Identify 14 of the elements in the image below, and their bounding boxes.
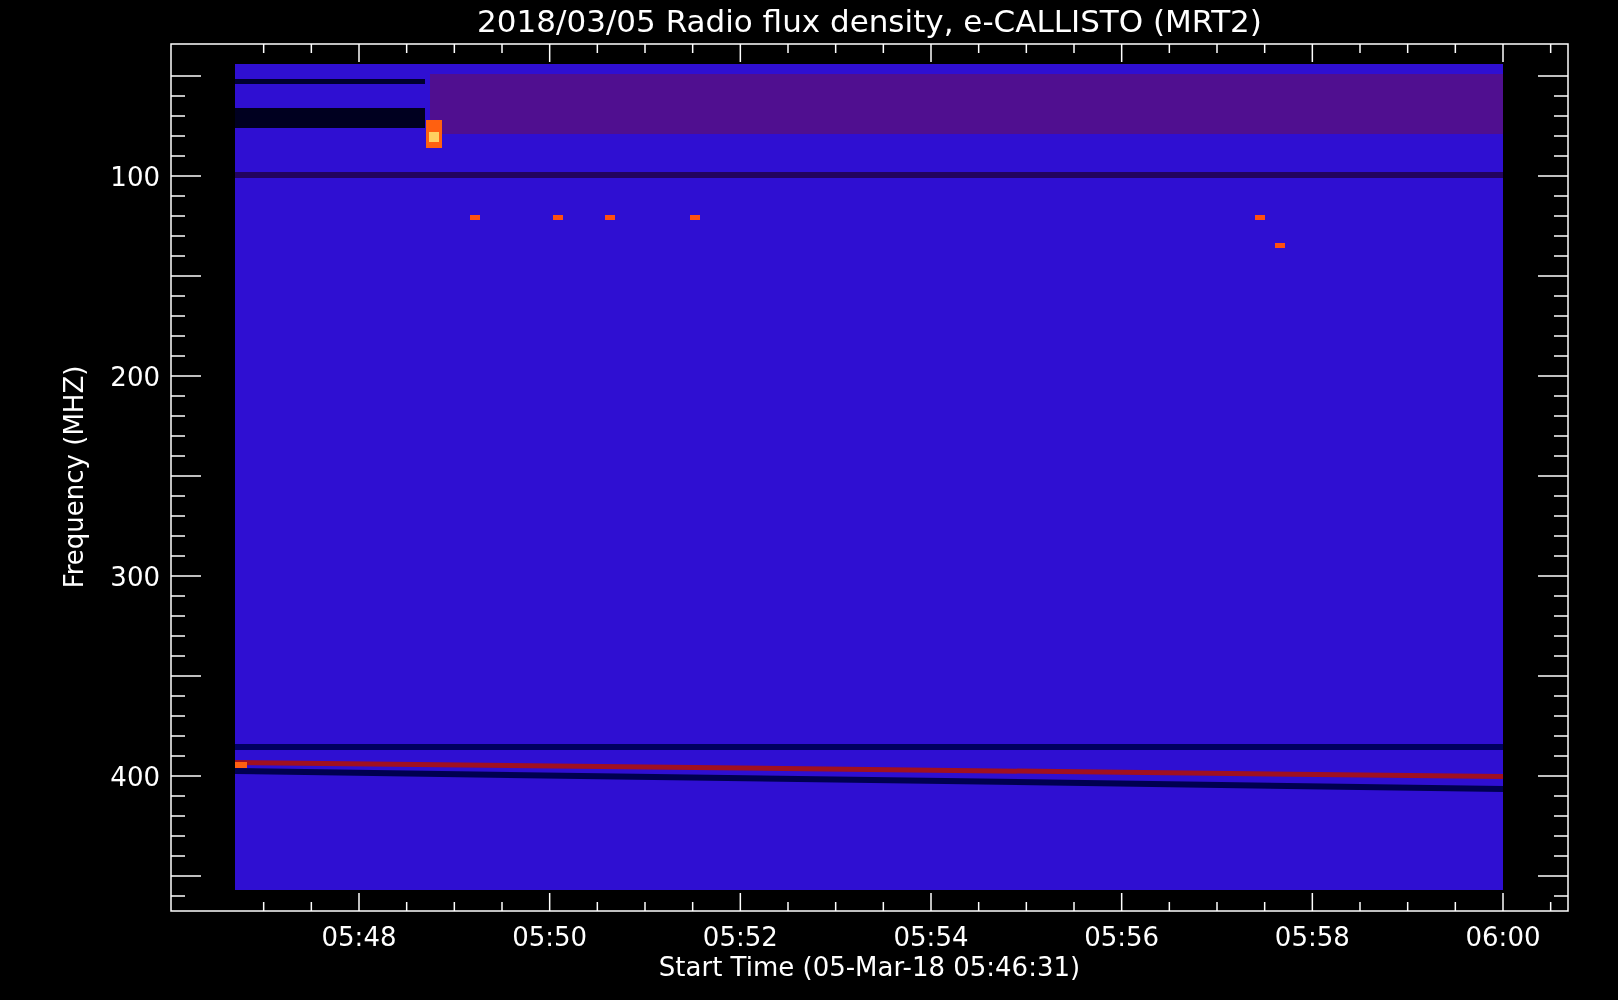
axis-tick-label: 300 (110, 562, 160, 592)
axis-tick-label: 05:50 (512, 922, 588, 952)
axis-tick-label: 05:56 (1084, 922, 1160, 952)
axis-tick-label: 05:48 (321, 922, 397, 952)
axis-title: Frequency (MHZ) (59, 365, 89, 589)
axis-tick-label: 400 (110, 762, 160, 792)
axis-tick-label: 05:52 (702, 922, 778, 952)
axis-tick-label: 05:54 (893, 922, 969, 952)
chart-title: 2018/03/05 Radio flux density, e-CALLISTO (MRT2) (477, 3, 1262, 39)
axis-tick-label: 06:00 (1465, 922, 1541, 952)
axis-tick-label: 200 (110, 362, 160, 392)
axis-tick-label: 100 (110, 162, 160, 192)
axis-title: Start Time (05-Mar-18 05:46:31) (658, 952, 1081, 982)
axis-tick-label: 05:58 (1274, 922, 1350, 952)
